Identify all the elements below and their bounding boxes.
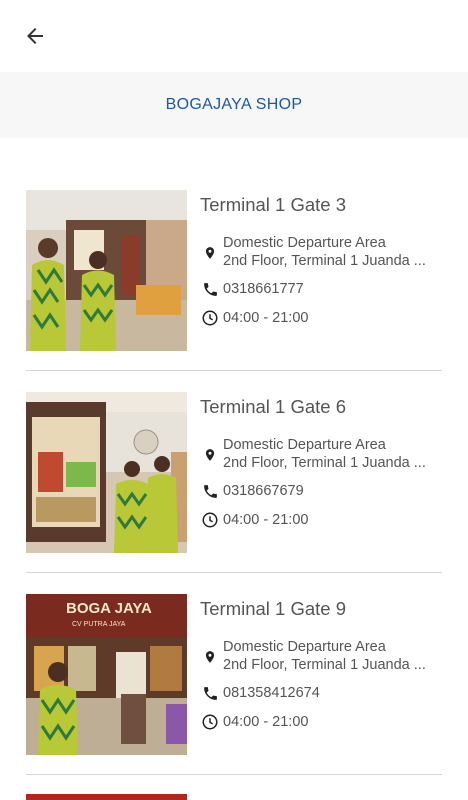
shop-name: Terminal 1 Gate 6	[200, 396, 347, 417]
clock-icon	[200, 712, 220, 732]
shop-hours: 04:00 - 21:00	[223, 714, 309, 730]
shop-list-item[interactable]: Terminal 1 Gate 6 Domestic Departure Are…	[26, 392, 442, 594]
arrow-left-icon	[27, 28, 43, 44]
shop-list-item[interactable]: BOGA JAYA CV PUTRA JAYA Terminal 1 Gate …	[26, 594, 442, 796]
location-pin-icon	[200, 445, 220, 465]
shop-photo	[26, 392, 187, 553]
shop-hours: 04:00 - 21:00	[223, 512, 309, 528]
shop-address-line2: 2nd Floor, Terminal 1 Juanda ...	[223, 455, 426, 471]
divider	[26, 572, 442, 573]
location-pin-icon	[200, 243, 220, 263]
shop-address-line2: 2nd Floor, Terminal 1 Juanda ...	[223, 253, 426, 269]
clock-icon	[200, 510, 220, 530]
phone-icon	[200, 279, 220, 299]
shop-hours: 04:00 - 21:00	[223, 310, 309, 326]
divider	[26, 370, 442, 371]
location-pin-icon	[200, 647, 220, 667]
phone-icon	[200, 683, 220, 703]
phone-icon	[200, 481, 220, 501]
store-sign-text: BOGA JAYA	[66, 600, 152, 617]
shop-phone[interactable]: 0318661777	[223, 279, 304, 299]
shop-address-line1: Domestic Departure Area	[223, 235, 386, 251]
shop-phone[interactable]: 081358412674	[223, 683, 320, 703]
shop-list-item[interactable]: Terminal 1 Gate 3 Domestic Departure Are…	[26, 190, 442, 392]
shop-address-line1: Domestic Departure Area	[223, 639, 386, 655]
shop-address-line2: 2nd Floor, Terminal 1 Juanda ...	[223, 657, 426, 673]
next-shop-photo-partial[interactable]	[26, 794, 187, 800]
shop-name: Terminal 1 Gate 3	[200, 194, 347, 215]
shop-phone[interactable]: 0318667679	[223, 481, 304, 501]
divider	[26, 774, 442, 775]
shop-photo	[26, 190, 187, 351]
back-button[interactable]	[14, 16, 56, 56]
clock-icon	[200, 308, 220, 328]
app-bar	[0, 0, 468, 72]
shop-title: BOGAJAYA SHOP	[165, 96, 303, 113]
store-sign-subtext: CV PUTRA JAYA	[72, 621, 126, 628]
shop-address-line1: Domestic Departure Area	[223, 437, 386, 453]
shop-list: Terminal 1 Gate 3 Domestic Departure Are…	[26, 190, 442, 796]
shop-name: Terminal 1 Gate 9	[200, 598, 347, 619]
shop-photo: BOGA JAYA CV PUTRA JAYA	[26, 594, 187, 755]
shop-title-bar: BOGAJAYA SHOP	[0, 72, 468, 138]
